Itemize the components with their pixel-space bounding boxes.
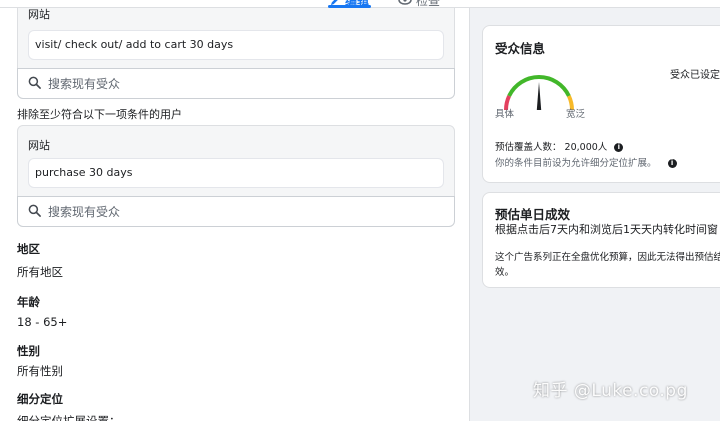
audience-definition-card: 受众信息 受众已设定 具体 宽泛 预估覆盖人数： 20,000人 i 你的条件目… (482, 25, 720, 183)
search-placeholder: 搜索现有受众 (48, 205, 121, 219)
targeting-panel: 网站 visit/ check out/ add to cart 30 days… (0, 0, 470, 421)
exclude-audience-search[interactable]: 搜索现有受众 (17, 196, 455, 227)
pencil-icon (330, 0, 341, 6)
gauge-broad-label: 宽泛 (566, 109, 586, 120)
search-placeholder: 搜索现有受众 (48, 77, 121, 91)
estimated-reach: 预估覆盖人数： 20,000人 i (495, 139, 624, 153)
exclude-note: 排除至少符合以下一项条件的用户 (17, 108, 182, 121)
results-note-line1: 这个广告系列正在全盘优化预算，因此无法得出预估结 (495, 252, 720, 263)
detailed-targeting-title: 细分定位 (17, 392, 63, 406)
include-audience-search[interactable]: 搜索现有受众 (17, 68, 455, 99)
detailed-expansion-label: 细分定位扩展设置： (17, 414, 121, 421)
include-group: 网站 visit/ check out/ add to cart 30 days (17, 0, 455, 70)
search-icon (28, 76, 41, 92)
info-icon[interactable]: i (667, 159, 677, 168)
exclude-group-label: 网站 (28, 139, 50, 152)
gender-value: 所有性别 (17, 364, 63, 378)
audience-status: 受众已设定 (670, 70, 720, 81)
summary-panel: 受众信息 受众已设定 具体 宽泛 预估覆盖人数： 20,000人 i 你的条件目… (470, 0, 720, 421)
age-value: 18 - 65+ (17, 315, 68, 329)
gauge-needle (536, 82, 542, 110)
info-icon[interactable]: i (614, 143, 624, 152)
eye-icon (398, 0, 412, 5)
audience-card-title: 受众信息 (495, 41, 546, 56)
include-audience-value[interactable]: visit/ check out/ add to cart 30 days (28, 30, 444, 60)
gender-title: 性别 (17, 344, 40, 358)
gauge-specific-label: 具体 (495, 109, 515, 120)
location-title: 地区 (17, 242, 40, 256)
tab-edit[interactable]: 编辑 (327, 0, 372, 9)
exclude-group: 网站 purchase 30 days (17, 125, 455, 197)
include-group-label: 网站 (28, 8, 50, 21)
results-note-line2: 效。 (495, 267, 515, 278)
reach-value: 20,000人 (564, 142, 608, 153)
results-subtitle: 根据点击后7天内和浏览后1天天内转化时间窗 (495, 223, 718, 236)
tab-edit-label: 编辑 (345, 0, 370, 8)
watermark: 知乎 @Luke.co.pg (533, 381, 688, 401)
age-title: 年龄 (17, 295, 40, 309)
exclude-audience-value[interactable]: purchase 30 days (28, 158, 444, 188)
tab-review-label: 检查 (416, 0, 441, 8)
search-icon (28, 204, 41, 220)
top-tab-bar: 编辑 检查 (0, 0, 720, 8)
reach-label: 预估覆盖人数： (495, 142, 562, 153)
location-value: 所有地区 (17, 265, 63, 279)
estimated-results-card: 预估单日成效 根据点击后7天内和浏览后1天天内转化时间窗 这个广告系列正在全盘优… (482, 192, 720, 288)
expansion-note-text: 你的条件目前设为允许细分定位扩展。 (495, 158, 657, 169)
tab-review[interactable]: 检查 (398, 0, 440, 9)
expansion-note: 你的条件目前设为允许细分定位扩展。 i (495, 155, 677, 169)
